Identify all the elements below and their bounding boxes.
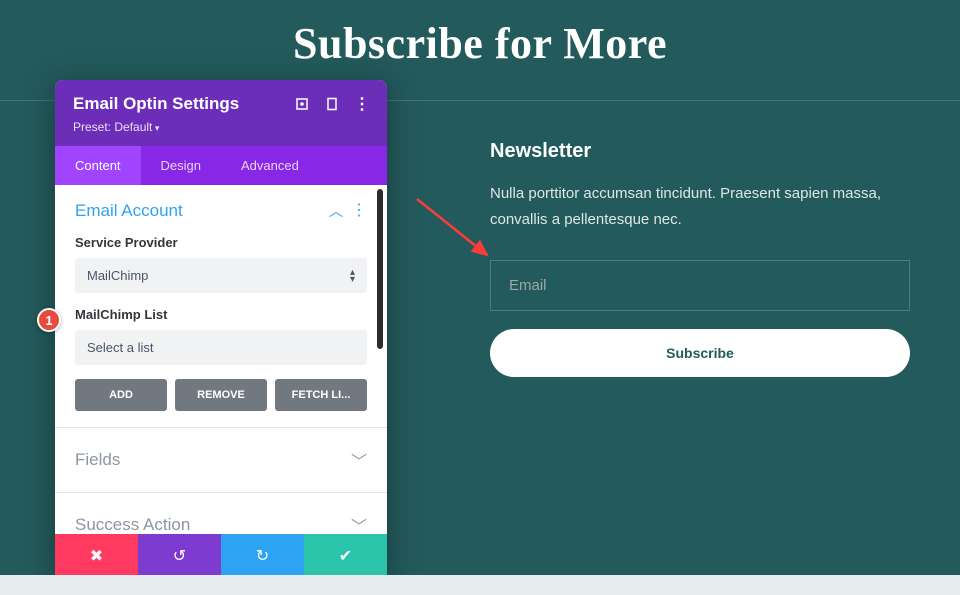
save-button[interactable]: ✔ [304, 534, 387, 578]
panel-footer: ✖ ↺ ↻ ✔ [55, 534, 387, 578]
panel-body: Email Account ︿ ⋮ Service Provider MailC… [55, 185, 387, 534]
section-title: Fields [75, 450, 120, 470]
tab-content[interactable]: Content [55, 146, 141, 185]
add-button[interactable]: ADD [75, 379, 167, 411]
scrollbar[interactable] [377, 189, 383, 379]
tab-advanced[interactable]: Advanced [221, 146, 319, 185]
list-select[interactable]: Select a list [75, 330, 367, 365]
redo-icon: ↻ [256, 546, 269, 566]
section-title[interactable]: Email Account [75, 201, 183, 221]
panel-title: Email Optin Settings [73, 94, 239, 114]
undo-icon: ↺ [173, 546, 186, 566]
remove-button[interactable]: REMOVE [175, 379, 267, 411]
subscribe-button[interactable]: Subscribe [490, 329, 910, 377]
fetch-button[interactable]: FETCH LI... [275, 379, 367, 411]
check-icon: ✔ [339, 546, 352, 566]
section-success-action[interactable]: Success Action ﹀ [55, 493, 387, 534]
list-label: MailChimp List [75, 307, 367, 322]
tab-design[interactable]: Design [141, 146, 221, 185]
annotation-badge: 1 [37, 308, 61, 332]
chevron-up-icon[interactable]: ︿ [329, 201, 343, 221]
more-icon[interactable]: ⋮ [355, 97, 369, 111]
list-value: Select a list [87, 340, 153, 355]
newsletter-heading: Newsletter [490, 140, 910, 163]
select-arrows-icon: ▴▾ [350, 269, 355, 283]
redo-button[interactable]: ↻ [221, 534, 304, 578]
email-input[interactable]: Email [490, 260, 910, 311]
responsive-icon[interactable] [325, 97, 339, 111]
service-provider-value: MailChimp [87, 268, 148, 283]
newsletter-body: Nulla porttitor accumsan tincidunt. Prae… [490, 181, 910, 232]
section-email-account: Email Account ︿ ⋮ Service Provider MailC… [55, 185, 387, 428]
page-title: Subscribe for More [0, 0, 960, 89]
service-provider-label: Service Provider [75, 235, 367, 250]
close-icon: ✖ [90, 546, 103, 566]
section-more-icon[interactable]: ⋮ [351, 203, 367, 219]
newsletter-block: Newsletter Nulla porttitor accumsan tinc… [490, 140, 910, 377]
settings-panel: Email Optin Settings ⋮ Preset: Default C… [55, 80, 387, 578]
section-fields[interactable]: Fields ﹀ [55, 428, 387, 493]
section-title: Success Action [75, 515, 190, 534]
service-provider-select[interactable]: MailChimp ▴▾ [75, 258, 367, 293]
bottom-strip [0, 575, 960, 595]
expand-icon[interactable] [295, 97, 309, 111]
preset-dropdown[interactable]: Preset: Default [73, 120, 369, 134]
chevron-down-icon: ﹀ [351, 448, 367, 472]
undo-button[interactable]: ↺ [138, 534, 221, 578]
chevron-down-icon: ﹀ [351, 513, 367, 534]
panel-tabs: Content Design Advanced [55, 146, 387, 185]
panel-header: Email Optin Settings ⋮ Preset: Default [55, 80, 387, 146]
cancel-button[interactable]: ✖ [55, 534, 138, 578]
